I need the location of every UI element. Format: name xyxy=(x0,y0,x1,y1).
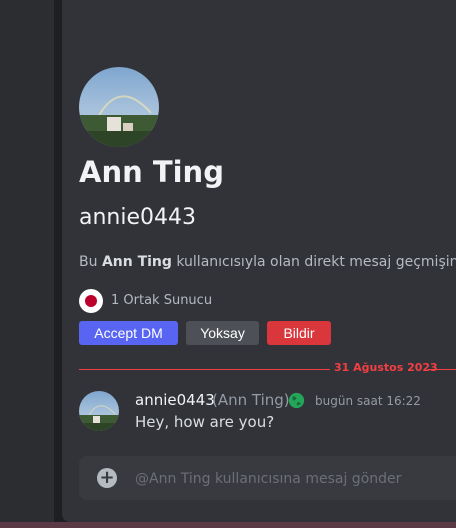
message-real-name: (Ann Ting) xyxy=(212,391,290,409)
username: annie0443 xyxy=(79,205,197,230)
history-prefix: Bu xyxy=(79,254,102,270)
mutual-server-icon[interactable] xyxy=(79,289,103,313)
date-divider-line-left xyxy=(79,369,330,370)
message-timestamp: bugün saat 16:22 xyxy=(315,394,421,408)
message-composer: + xyxy=(79,456,456,500)
bottom-strip xyxy=(0,522,456,528)
profile-avatar[interactable] xyxy=(79,67,159,147)
message-avatar[interactable] xyxy=(79,391,119,431)
display-name: Ann Ting xyxy=(79,155,224,189)
history-suffix: kullanıcısıyla olan direkt mesaj geçmişi… xyxy=(171,254,456,270)
ignore-button[interactable]: Yoksay xyxy=(186,321,259,345)
message-author[interactable]: annie0443 xyxy=(135,391,215,409)
rail-edge xyxy=(54,0,62,528)
globe-icon xyxy=(288,392,305,409)
report-button[interactable]: Bildir xyxy=(267,321,331,345)
date-divider: 31 Ağustos 2023 xyxy=(334,361,438,374)
dm-history-notice: Bu Ann Ting kullanıcısıyla olan direkt m… xyxy=(79,254,456,270)
mutual-servers-link[interactable]: 1 Ortak Sunucu xyxy=(111,293,212,308)
message-text: Hey, how are you? xyxy=(135,413,275,431)
accept-dm-button[interactable]: Accept DM xyxy=(79,321,178,345)
history-name: Ann Ting xyxy=(101,254,172,270)
date-divider-line-right xyxy=(428,369,456,370)
dm-channel: Ann Ting annie0443 Bu Ann Ting kullanıcı… xyxy=(62,0,456,522)
message-input[interactable] xyxy=(133,467,456,491)
landscape-avatar-image xyxy=(79,391,119,431)
landscape-avatar-image xyxy=(79,67,159,147)
add-attachment-icon[interactable]: + xyxy=(97,468,117,488)
server-rail xyxy=(0,0,54,528)
